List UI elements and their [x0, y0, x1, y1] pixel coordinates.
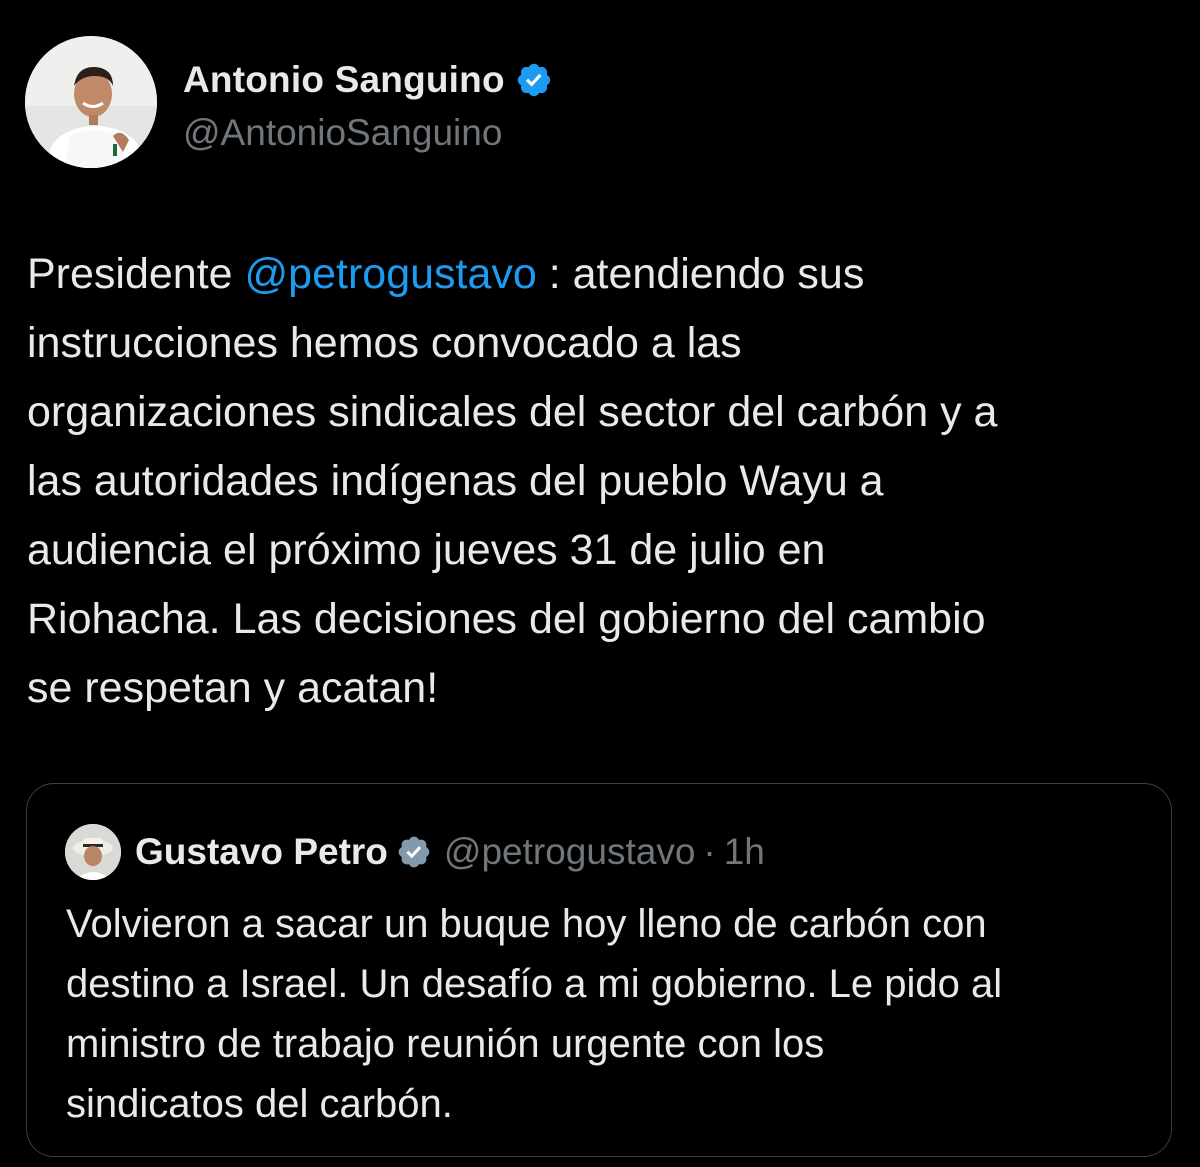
tweet-text-before: Presidente — [27, 250, 245, 298]
author-handle[interactable]: @AntonioSanguino — [183, 112, 553, 154]
author-name-row: Antonio Sanguino — [183, 50, 553, 110]
tweet: Antonio Sanguino @AntonioSanguino Presid… — [0, 0, 1200, 1167]
quoted-author-handle: @petrogustavo — [443, 831, 696, 872]
verified-badge-icon[interactable] — [515, 61, 553, 99]
quoted-avatar-photo-icon — [65, 824, 121, 880]
quoted-timestamp: 1h — [723, 831, 765, 872]
mention-link[interactable]: @petrogustavo — [245, 250, 537, 298]
author-info: Antonio Sanguino @AntonioSanguino — [183, 50, 553, 154]
quoted-tweet-text: Volvieron a sacar un buque hoy lleno de … — [66, 902, 1003, 1126]
quoted-separator: · — [703, 831, 716, 872]
quoted-author-avatar — [65, 824, 121, 880]
quoted-tweet-header: Gustavo Petro @petrogustavo · 1h — [65, 824, 765, 880]
quoted-author-display-name: Gustavo Petro — [135, 831, 388, 872]
author-avatar[interactable] — [25, 36, 157, 168]
quoted-tweet-card[interactable]: Gustavo Petro @petrogustavo · 1h Volvier… — [26, 783, 1172, 1157]
tweet-header: Antonio Sanguino @AntonioSanguino — [25, 35, 553, 169]
quoted-verified-badge-icon — [396, 834, 432, 870]
author-display-name[interactable]: Antonio Sanguino — [183, 59, 505, 101]
tweet-text-after: : atendiendo sus instrucciones hemos con… — [27, 250, 998, 712]
avatar-photo-icon — [25, 36, 157, 168]
tweet-text: Presidente @petrogustavo : atendiendo su… — [27, 240, 1187, 723]
